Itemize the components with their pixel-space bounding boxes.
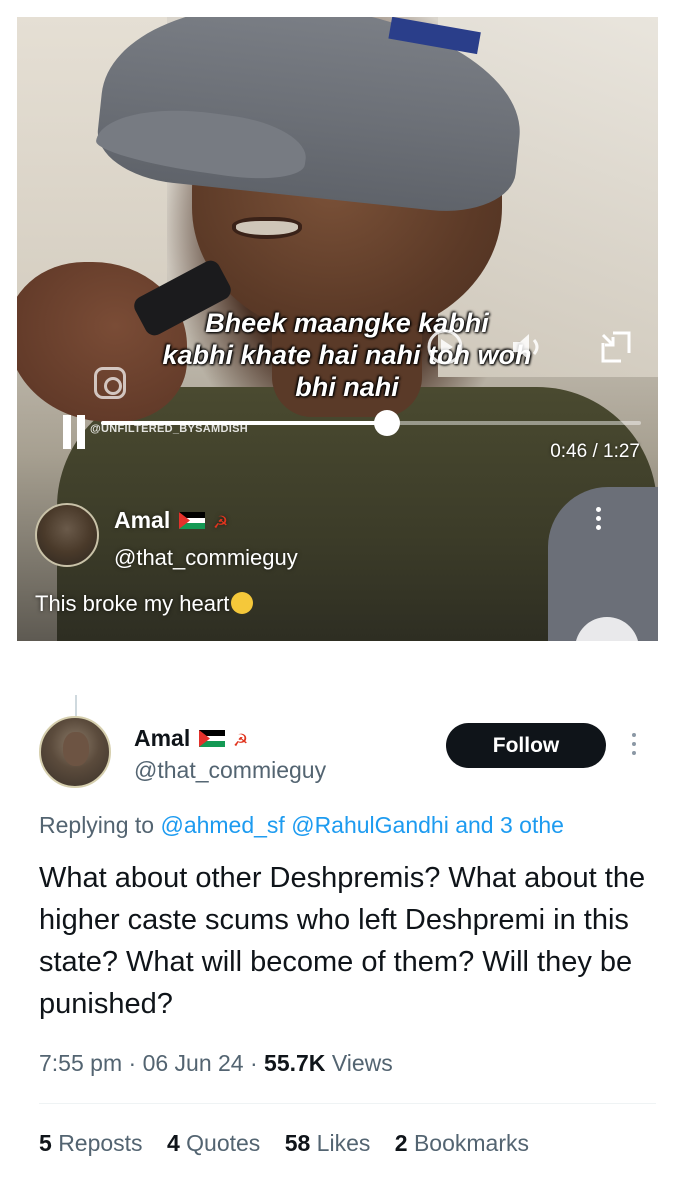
hammer-sickle-icon: ☭ [213, 513, 229, 532]
overlay-name-text: Amal [114, 507, 171, 533]
quotes-label: Quotes [186, 1130, 261, 1156]
avatar[interactable] [39, 716, 111, 788]
reposts-stat[interactable]: 5 Reposts [39, 1130, 143, 1156]
tweet-date[interactable]: 06 Jun 24 [143, 1050, 244, 1076]
overlay-text-content: This broke my heart [35, 591, 230, 616]
user-handle[interactable]: @that_commieguy [134, 757, 326, 784]
flag-palestine-icon [178, 512, 205, 529]
overlay-text: This broke my heart [35, 591, 254, 617]
pause-icon[interactable] [61, 415, 87, 449]
likes-count: 58 [284, 1130, 311, 1156]
likes-stat[interactable]: 58 Likes [285, 1130, 371, 1156]
meta-separator: · [249, 1050, 258, 1076]
mention-others-link[interactable]: and 3 othe [455, 812, 564, 838]
engagement-stats: 5 Reposts 4 Quotes 58 Likes 2 Bookmarks [39, 1130, 547, 1157]
meta-separator: · [128, 1050, 137, 1076]
overlay-display-name[interactable]: Amal ☭ [114, 507, 228, 534]
video-player[interactable]: Bheek maangke kabhi kabhi khate hai nahi… [17, 17, 658, 641]
views-label: Views [331, 1050, 393, 1076]
play-icon[interactable] [425, 327, 465, 367]
display-name[interactable]: Amal ☭ [134, 725, 248, 752]
thread-line [75, 695, 77, 717]
likes-label: Likes [316, 1130, 371, 1156]
views-count: 55.7K [264, 1050, 326, 1076]
divider [39, 1103, 656, 1104]
hammer-sickle-icon: ☭ [233, 731, 249, 750]
volume-icon[interactable] [507, 327, 547, 367]
more-vertical-icon[interactable] [587, 505, 609, 533]
more-vertical-icon[interactable] [628, 733, 640, 761]
fullscreen-exit-icon[interactable] [595, 327, 635, 367]
bookmarks-stat[interactable]: 2 Bookmarks [395, 1130, 529, 1156]
mention-link[interactable]: @ahmed_sf [160, 812, 284, 838]
video-frame-mouth [232, 217, 302, 239]
replying-prefix: Replying to [39, 812, 155, 838]
overlay-handle[interactable]: @that_commieguy [114, 545, 298, 571]
tweet-meta: 7:55 pm · 06 Jun 24 · 55.7K Views [39, 1050, 393, 1077]
reposts-label: Reposts [58, 1130, 143, 1156]
bookmarks-label: Bookmarks [413, 1130, 529, 1156]
progress-bar[interactable] [101, 410, 641, 436]
reposts-count: 5 [39, 1130, 52, 1156]
display-name-text: Amal [134, 725, 191, 751]
flag-palestine-icon [198, 730, 225, 747]
overlay-avatar[interactable] [35, 503, 99, 567]
mention-link[interactable]: @RahulGandhi [291, 812, 449, 838]
caption-line: bhi nahi [295, 372, 399, 402]
progress-knob[interactable] [374, 410, 401, 436]
replying-to: Replying to @ahmed_sf @RahulGandhi and 3… [39, 812, 564, 839]
bookmarks-count: 2 [394, 1130, 408, 1156]
tweet-text: What about other Deshpremis? What about … [39, 862, 646, 1020]
face-emoji-icon [231, 592, 254, 614]
quotes-count: 4 [166, 1130, 180, 1156]
follow-button[interactable]: Follow [446, 723, 606, 768]
tweet-time[interactable]: 7:55 pm [39, 1050, 122, 1076]
quotes-stat[interactable]: 4 Quotes [167, 1130, 260, 1156]
progress-fill [101, 421, 388, 425]
video-timecode: 0:46 / 1:27 [550, 441, 640, 462]
